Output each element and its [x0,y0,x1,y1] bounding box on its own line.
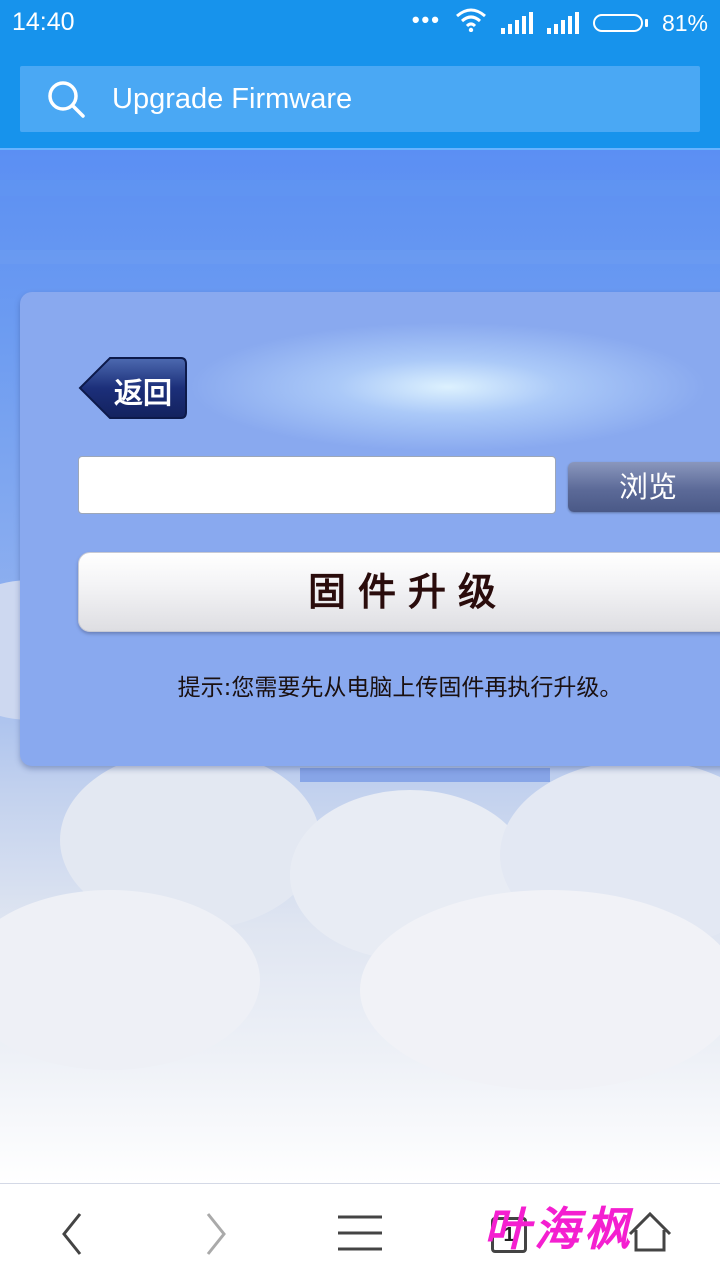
menu-icon [338,1215,382,1251]
firmware-file-input[interactable] [78,456,556,514]
web-content: 返回 浏览 固件升级 提示:您需要先从电脑上传固件再执行升级。 [0,150,720,1183]
cloud-decoration [360,890,720,1090]
nav-menu-button[interactable] [310,1184,410,1281]
watermark-text: 叶海枫 [484,1202,634,1256]
battery-percent: 81% [661,9,708,36]
nav-back-button[interactable] [22,1184,122,1281]
background-band [0,180,720,196]
address-search-bar[interactable]: Upgrade Firmware [20,66,700,132]
battery-icon [592,14,648,32]
signal-icon-1 [500,12,533,34]
more-notifications-icon: ••• [411,7,441,32]
nav-forward-button[interactable] [166,1184,266,1281]
back-button[interactable]: 返回 [78,356,188,420]
upgrade-hint-text: 提示:您需要先从电脑上传固件再执行升级。 [177,675,623,701]
status-icons: ••• 81% [411,7,708,38]
wifi-icon [455,8,487,38]
firmware-upgrade-button[interactable]: 固件升级 [78,552,720,632]
browser-toolbar: Upgrade Firmware [0,52,720,150]
panel-glow [188,322,708,452]
search-icon [48,81,85,118]
background-band [0,250,720,264]
firmware-upgrade-panel: 返回 浏览 固件升级 提示:您需要先从电脑上传固件再执行升级。 [20,292,720,766]
status-bar: 14:40 ••• 81% [0,0,720,52]
back-button-label: 返回 [114,376,173,410]
browse-button[interactable]: 浏览 [568,462,720,512]
background-band [300,768,550,782]
status-time: 14:40 [12,8,75,36]
signal-icon-2 [546,12,579,34]
forward-arrow-icon [206,1213,226,1255]
back-arrow-icon [62,1213,82,1255]
page-title-text: Upgrade Firmware [112,82,353,115]
